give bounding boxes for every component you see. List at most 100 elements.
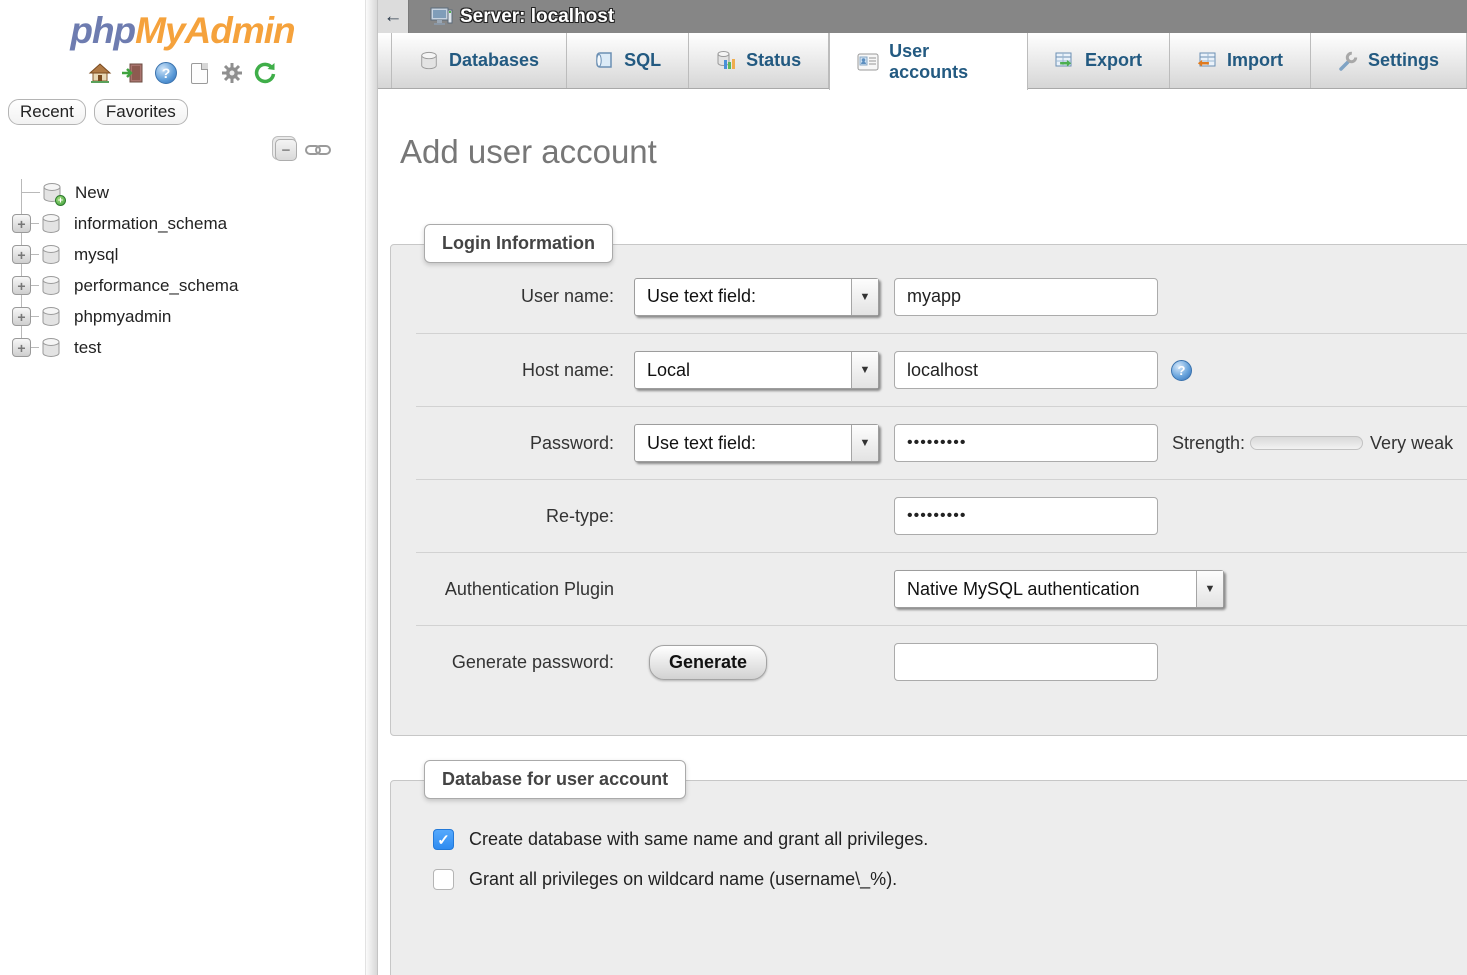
hostname-label: Host name: [416,360,616,381]
strength-text: Very weak [1370,433,1453,454]
chevron-down-icon: ▼ [1196,571,1223,607]
logo-php-part: php [70,10,135,51]
documentation-icon[interactable] [187,61,211,85]
main-panel: ← Server: localhost Databases [378,0,1467,975]
chevron-down-icon: ▼ [851,279,878,315]
server-title-text: Server: localhost [460,6,614,28]
wildcard-grant-checkbox[interactable] [433,869,454,890]
main-tab-bar: Databases SQL Status [378,33,1467,89]
sidebar-resize-handle[interactable] [365,0,378,975]
tree-item-new[interactable]: + New [0,177,365,208]
logout-icon[interactable] [121,61,145,85]
new-database-icon: + [41,182,63,204]
tree-item-phpmyadmin[interactable]: + phpmyadmin [0,301,365,332]
tab-databases[interactable]: Databases [391,33,567,88]
export-icon [1055,51,1075,71]
favorites-button[interactable]: Favorites [94,99,188,125]
link-panels-icon[interactable] [305,142,331,158]
retype-label: Re-type: [416,506,616,527]
page-title: Add user account [400,133,1467,171]
create-database-checkbox[interactable] [433,829,454,850]
status-icon [716,51,736,71]
generate-password-label: Generate password: [416,652,616,673]
generated-password-input[interactable] [894,643,1158,681]
expand-icon[interactable]: + [12,214,31,233]
create-database-option[interactable]: Create database with same name and grant… [433,829,1467,850]
chevron-down-icon: ▼ [851,425,878,461]
hostname-type-select[interactable]: Local ▼ [634,351,879,389]
databases-icon [419,51,439,71]
database-icon [40,337,62,359]
retype-password-input[interactable] [894,497,1158,535]
hostname-input[interactable] [894,351,1158,389]
tab-user-accounts[interactable]: User accounts [829,33,1028,90]
tab-sql[interactable]: SQL [567,33,689,88]
database-icon [40,275,62,297]
recent-button[interactable]: Recent [8,99,86,125]
strength-label: Strength: [1172,433,1245,454]
auth-plugin-row: Authentication Plugin Native MySQL authe… [416,552,1467,625]
tab-import[interactable]: Import [1170,33,1311,88]
import-icon [1197,51,1217,71]
page-content: Add user account Login Information User … [378,133,1467,975]
wildcard-grant-option[interactable]: Grant all privileges on wildcard name (u… [433,869,1467,890]
expand-icon[interactable]: + [12,338,31,357]
phpmyadmin-logo[interactable]: phpMyAdmin [0,10,365,52]
username-label: User name: [416,286,616,307]
expand-icon[interactable]: + [12,245,31,264]
server-breadcrumb-bar: ← Server: localhost [378,0,1467,33]
collapse-all-icon[interactable]: − [275,139,297,161]
hostname-row: Host name: Local ▼ ? [416,333,1467,406]
create-database-label: Create database with same name and grant… [469,829,928,850]
database-for-user-fieldset: Database for user account Create databas… [390,780,1467,975]
login-information-fieldset: Login Information User name: Use text fi… [390,244,1467,736]
expand-icon[interactable]: + [12,276,31,295]
settings-gear-icon[interactable] [220,61,244,85]
tab-export[interactable]: Export [1028,33,1170,88]
login-information-legend: Login Information [424,224,613,263]
tab-status[interactable]: Status [689,33,829,88]
wildcard-grant-label: Grant all privileges on wildcard name (u… [469,869,897,890]
generate-button[interactable]: Generate [649,645,767,680]
database-tree: + New + information_schema + mysql + [0,177,365,363]
navigation-sidebar: phpMyAdmin ? [0,0,365,975]
chevron-down-icon: ▼ [851,352,878,388]
wrench-icon [1338,51,1358,71]
tree-item-information-schema[interactable]: + information_schema [0,208,365,239]
password-row: Password: Use text field: ▼ Strength: [416,406,1467,479]
logo-myadmin-part: MyAdmin [135,10,295,51]
auth-plugin-select[interactable]: Native MySQL authentication ▼ [894,570,1224,608]
help-icon[interactable]: ? [154,61,178,85]
database-for-user-legend: Database for user account [424,760,686,799]
database-icon [40,213,62,235]
password-label: Password: [416,433,616,454]
server-icon [430,6,454,28]
sql-icon [594,51,614,71]
username-row: User name: Use text field: ▼ [416,260,1467,333]
server-title: Server: localhost [430,6,614,28]
auth-plugin-label: Authentication Plugin [416,579,616,600]
tab-settings[interactable]: Settings [1311,33,1467,88]
username-input[interactable] [894,278,1158,316]
back-button[interactable]: ← [378,0,409,33]
hostname-help-icon[interactable]: ? [1171,360,1192,381]
home-icon[interactable] [88,61,112,85]
expand-icon[interactable]: + [12,307,31,326]
password-strength: Strength: Very weak [1172,433,1453,454]
tree-controls: − [0,139,331,161]
sidebar-icon-toolbar: ? [0,59,365,87]
database-icon [40,306,62,328]
strength-meter [1250,436,1363,450]
generate-password-row: Generate password: Generate [416,625,1467,698]
tree-item-test[interactable]: + test [0,332,365,363]
username-type-select[interactable]: Use text field: ▼ [634,278,879,316]
tree-item-mysql[interactable]: + mysql [0,239,365,270]
database-icon [40,244,62,266]
password-input[interactable] [894,424,1158,462]
user-accounts-icon [857,53,879,71]
password-type-select[interactable]: Use text field: ▼ [634,424,879,462]
retype-row: Re-type: [416,479,1467,552]
tree-item-performance-schema[interactable]: + performance_schema [0,270,365,301]
quick-access-buttons: Recent Favorites [8,99,365,125]
refresh-icon[interactable] [253,61,277,85]
